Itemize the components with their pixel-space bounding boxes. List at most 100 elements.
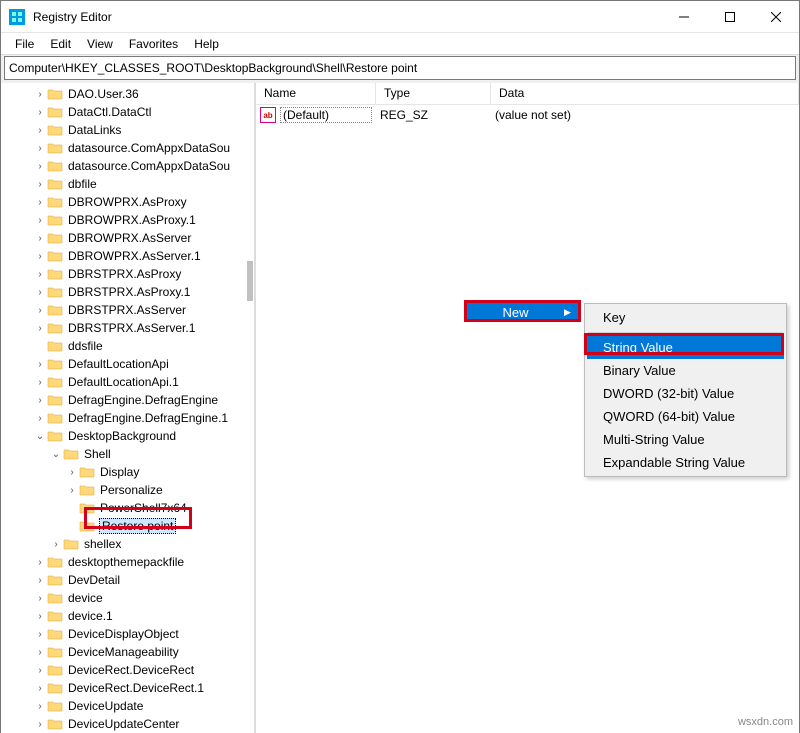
tree-item[interactable]: ›DeviceRect.DeviceRect: [1, 661, 254, 679]
tree-item[interactable]: ›DefragEngine.DefragEngine: [1, 391, 254, 409]
tree-item[interactable]: ›Personalize: [1, 481, 254, 499]
minimize-button[interactable]: [661, 1, 707, 33]
tree-item[interactable]: ›datasource.ComAppxDataSou: [1, 139, 254, 157]
tree-item[interactable]: ›DBRSTPRX.AsServer: [1, 301, 254, 319]
expand-icon[interactable]: ›: [33, 107, 47, 118]
submenu-multi-string-value[interactable]: Multi-String Value: [587, 428, 784, 451]
scrollbar-thumb[interactable]: [247, 261, 253, 301]
expand-icon[interactable]: ›: [33, 197, 47, 208]
tree-item[interactable]: ⌄Shell: [1, 445, 254, 463]
tree-item[interactable]: ›DBROWPRX.AsServer: [1, 229, 254, 247]
col-type[interactable]: Type: [376, 83, 491, 104]
tree-item[interactable]: ›DeviceUpdateCenter: [1, 715, 254, 733]
expand-icon[interactable]: ›: [33, 647, 47, 658]
tree-item[interactable]: ›DataLinks: [1, 121, 254, 139]
folder-icon: [47, 717, 63, 731]
folder-icon: [47, 195, 63, 209]
menu-edit[interactable]: Edit: [42, 35, 79, 53]
tree-item[interactable]: ›shellex: [1, 535, 254, 553]
expand-icon[interactable]: ›: [33, 125, 47, 136]
tree-item[interactable]: ›DBROWPRX.AsProxy.1: [1, 211, 254, 229]
expand-icon[interactable]: ›: [33, 161, 47, 172]
tree-item[interactable]: ›DefaultLocationApi: [1, 355, 254, 373]
expand-icon[interactable]: ›: [65, 485, 79, 496]
collapse-icon[interactable]: ⌄: [33, 431, 47, 442]
tree-pane[interactable]: ›DAO.User.36›DataCtl.DataCtl›DataLinks›d…: [1, 83, 255, 733]
expand-icon[interactable]: ›: [33, 701, 47, 712]
tree-item[interactable]: ›desktopthemepackfile: [1, 553, 254, 571]
expand-icon[interactable]: ›: [33, 143, 47, 154]
tree-item[interactable]: ›DefaultLocationApi.1: [1, 373, 254, 391]
collapse-icon[interactable]: ⌄: [49, 449, 63, 460]
tree-item[interactable]: ›device.1: [1, 607, 254, 625]
expand-icon[interactable]: ›: [33, 395, 47, 406]
expand-icon[interactable]: ›: [33, 89, 47, 100]
tree-item[interactable]: ›DataCtl.DataCtl: [1, 103, 254, 121]
expand-icon[interactable]: ›: [33, 359, 47, 370]
expand-icon[interactable]: ›: [33, 575, 47, 586]
tree-item[interactable]: ›DefragEngine.DefragEngine.1: [1, 409, 254, 427]
tree-item[interactable]: ⌄ DesktopBackground: [1, 427, 254, 445]
tree-item[interactable]: › DBRSTPRX.AsProxy.1: [1, 283, 254, 301]
expand-icon[interactable]: ›: [33, 665, 47, 676]
expand-icon[interactable]: ›: [33, 629, 47, 640]
tree-item[interactable]: ·ddsfile: [1, 337, 254, 355]
value-row[interactable]: ab (Default) REG_SZ (value not set): [256, 105, 799, 125]
close-button[interactable]: [753, 1, 799, 33]
tree-item[interactable]: ›datasource.ComAppxDataSou: [1, 157, 254, 175]
tree-item[interactable]: ›DeviceUpdate: [1, 697, 254, 715]
menu-favorites[interactable]: Favorites: [121, 35, 186, 53]
expand-icon[interactable]: ›: [33, 215, 47, 226]
folder-icon: [47, 663, 63, 677]
tree-item[interactable]: ›device: [1, 589, 254, 607]
expand-icon[interactable]: ›: [33, 287, 47, 298]
tree-item[interactable]: ›DeviceManageability: [1, 643, 254, 661]
submenu-binary-value[interactable]: Binary Value: [587, 359, 784, 382]
tree-item[interactable]: › dbfile: [1, 175, 254, 193]
expand-icon[interactable]: ›: [33, 233, 47, 244]
expand-icon[interactable]: ›: [33, 683, 47, 694]
expand-icon[interactable]: ›: [49, 539, 63, 550]
tree-item[interactable]: ›DBRSTPRX.AsServer.1: [1, 319, 254, 337]
expand-icon[interactable]: ›: [33, 377, 47, 388]
submenu-dword-value[interactable]: DWORD (32-bit) Value: [587, 382, 784, 405]
tree-item[interactable]: ›DAO.User.36: [1, 85, 254, 103]
expand-icon[interactable]: ›: [33, 557, 47, 568]
expand-icon[interactable]: ›: [33, 413, 47, 424]
tree-item[interactable]: ›DeviceRect.DeviceRect.1: [1, 679, 254, 697]
tree-item-label: DBRSTPRX.AsProxy.1: [67, 285, 191, 299]
tree-item-label: dbfile: [67, 177, 98, 191]
expand-icon[interactable]: ›: [33, 611, 47, 622]
tree-item[interactable]: ›DBRSTPRX.AsProxy: [1, 265, 254, 283]
highlight-string-value: [584, 333, 784, 355]
expand-icon[interactable]: ›: [33, 251, 47, 262]
expand-icon[interactable]: ›: [33, 719, 47, 730]
expand-icon: ·: [33, 341, 47, 352]
submenu-qword-value[interactable]: QWORD (64-bit) Value: [587, 405, 784, 428]
col-data[interactable]: Data: [491, 83, 799, 104]
tree-item-label: DBROWPRX.AsServer.1: [67, 249, 202, 263]
expand-icon[interactable]: ›: [65, 467, 79, 478]
tree-item[interactable]: ›DevDetail: [1, 571, 254, 589]
menu-file[interactable]: File: [7, 35, 42, 53]
tree-item[interactable]: ›DBROWPRX.AsProxy: [1, 193, 254, 211]
tree-item[interactable]: › DBROWPRX.AsServer.1: [1, 247, 254, 265]
menu-view[interactable]: View: [79, 35, 121, 53]
col-name[interactable]: Name: [256, 83, 376, 104]
expand-icon[interactable]: ›: [33, 269, 47, 280]
expand-icon[interactable]: ›: [33, 593, 47, 604]
expand-icon[interactable]: ›: [33, 323, 47, 334]
submenu-expandable-string-value[interactable]: Expandable String Value: [587, 451, 784, 474]
submenu-key[interactable]: Key: [587, 306, 784, 329]
maximize-button[interactable]: [707, 1, 753, 33]
address-bar[interactable]: Computer\HKEY_CLASSES_ROOT\DesktopBackgr…: [4, 56, 796, 80]
menu-help[interactable]: Help: [186, 35, 227, 53]
tree-item[interactable]: ›DeviceDisplayObject: [1, 625, 254, 643]
tree-item[interactable]: ›Display: [1, 463, 254, 481]
folder-icon: [79, 483, 95, 497]
folder-icon: [79, 465, 95, 479]
expand-icon[interactable]: ›: [33, 179, 47, 190]
expand-icon[interactable]: ›: [33, 305, 47, 316]
tree-item-label: DesktopBackground: [67, 429, 177, 443]
folder-icon: [47, 267, 63, 281]
